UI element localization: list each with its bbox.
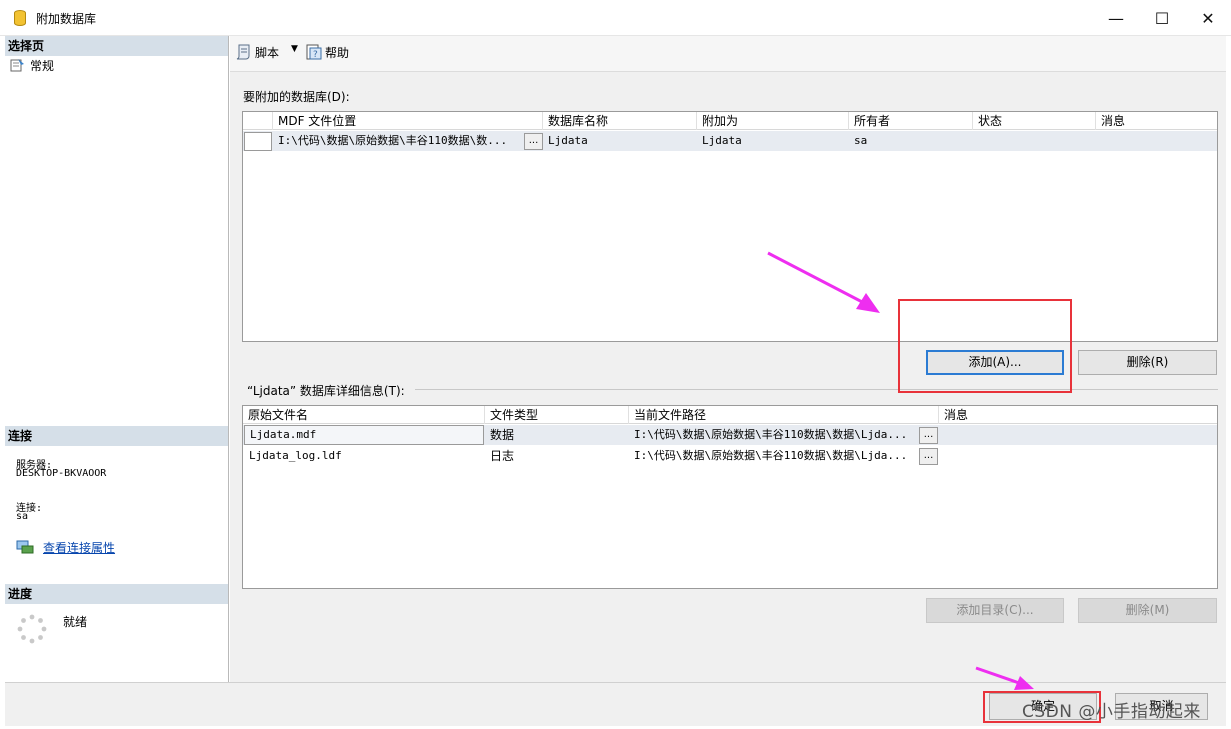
status-cell — [973, 131, 1096, 151]
file-path-cell[interactable]: I:\代码\数据\原始数据\丰谷110数据\数据\Ljda... — [629, 425, 914, 445]
column-header[interactable]: 状态 — [973, 112, 1096, 130]
table-row[interactable]: Ljdata.mdf 数据 I:\代码\数据\原始数据\丰谷110数据\数据\L… — [243, 425, 1217, 445]
mdf-path-cell[interactable]: I:\代码\数据\原始数据\丰谷110数据\数... — [273, 131, 519, 151]
column-header[interactable]: 所有者 — [849, 112, 973, 130]
column-header[interactable]: 原始文件名 — [243, 406, 485, 424]
progress-header: 进度 — [5, 584, 228, 604]
attach-as-cell[interactable]: Ljdata — [697, 131, 849, 151]
close-button[interactable]: ✕ — [1181, 0, 1231, 36]
remove-button[interactable]: 删除(R) — [1078, 350, 1217, 375]
properties-icon — [16, 540, 34, 557]
column-header[interactable]: 消息 — [939, 406, 1217, 424]
minimize-icon: — — [1108, 8, 1124, 28]
file-type-cell: 数据 — [490, 428, 515, 442]
message-cell — [1096, 131, 1217, 151]
message-cell — [939, 446, 1217, 466]
db-name-cell[interactable]: Ljdata — [543, 131, 697, 151]
file-type-cell: 日志 — [490, 449, 515, 463]
chevron-down-icon[interactable]: ▼ — [291, 44, 298, 54]
column-header[interactable]: 消息 — [1096, 112, 1217, 130]
group-divider — [415, 389, 1218, 390]
column-header[interactable]: 当前文件路径 — [629, 406, 939, 424]
browse-path-button[interactable]: ... — [919, 448, 938, 465]
database-icon — [14, 10, 26, 29]
owner-cell[interactable]: sa — [849, 131, 973, 151]
watermark: CSDN @小手指动起来 — [1022, 702, 1201, 722]
connection-header: 连接 — [5, 426, 228, 446]
file-path-cell[interactable]: I:\代码\数据\原始数据\丰谷110数据\数据\Ljda... — [629, 446, 914, 466]
table-row[interactable]: Ljdata_log.ldf 日志 I:\代码\数据\原始数据\丰谷110数据\… — [243, 446, 1217, 466]
annotation-arrow-icon — [767, 251, 880, 313]
attach-databases-label: 要附加的数据库(D): — [243, 90, 350, 104]
help-label: 帮助 — [325, 46, 350, 60]
browse-path-button[interactable]: ... — [919, 427, 938, 444]
sidebar-item-label: 常规 — [30, 59, 55, 73]
toolbar: 脚本 ▼ ? 帮助 — [230, 36, 1226, 72]
window-title: 附加数据库 — [36, 12, 97, 26]
browse-mdf-button[interactable]: ... — [524, 133, 543, 150]
file-name-cell[interactable]: Ljdata_log.ldf — [244, 446, 484, 466]
help-icon: ? — [306, 44, 322, 63]
row-header-corner — [243, 112, 273, 130]
page-icon — [10, 58, 25, 75]
connection-value: sa — [16, 511, 29, 522]
table-row[interactable]: I:\代码\数据\原始数据\丰谷110数据\数... ... Ljdata Lj… — [243, 131, 1217, 151]
file-name-cell[interactable]: Ljdata.mdf — [244, 425, 484, 445]
database-details-label: “Ljdata” 数据库详细信息(T): — [247, 384, 405, 398]
view-props-link[interactable]: 查看连接属性 — [43, 539, 115, 556]
progress-status: 就绪 — [63, 615, 88, 629]
column-header[interactable]: MDF 文件位置 — [273, 112, 543, 130]
script-label: 脚本 — [255, 46, 280, 60]
maximize-icon: ☐ — [1154, 8, 1170, 28]
annotation-arrow-icon — [975, 666, 1034, 690]
column-header[interactable]: 数据库名称 — [543, 112, 697, 130]
grid-header: MDF 文件位置 数据库名称 附加为 所有者 状态 消息 — [243, 112, 1217, 130]
column-header[interactable]: 附加为 — [697, 112, 849, 130]
script-icon — [236, 44, 252, 63]
remove-file-button[interactable]: 删除(M) — [1078, 598, 1217, 623]
close-icon: ✕ — [1201, 8, 1215, 28]
select-page-header: 选择页 — [5, 36, 228, 56]
add-catalog-button[interactable]: 添加目录(C)... — [926, 598, 1064, 623]
message-cell — [939, 425, 1217, 445]
server-value: DESKTOP-BKVAOOR — [16, 468, 107, 479]
database-details-grid: 原始文件名 文件类型 当前文件路径 消息 Ljdata.mdf 数据 I:\代码… — [242, 405, 1218, 589]
annotation-box — [898, 299, 1072, 393]
column-header[interactable]: 文件类型 — [485, 406, 629, 424]
svg-text:?: ? — [313, 50, 318, 60]
grid-header: 原始文件名 文件类型 当前文件路径 消息 — [243, 406, 1217, 424]
title-bar: 附加数据库 — ☐ ✕ — [0, 0, 1231, 36]
row-selector[interactable] — [244, 132, 272, 151]
progress-spinner-icon — [17, 614, 47, 647]
